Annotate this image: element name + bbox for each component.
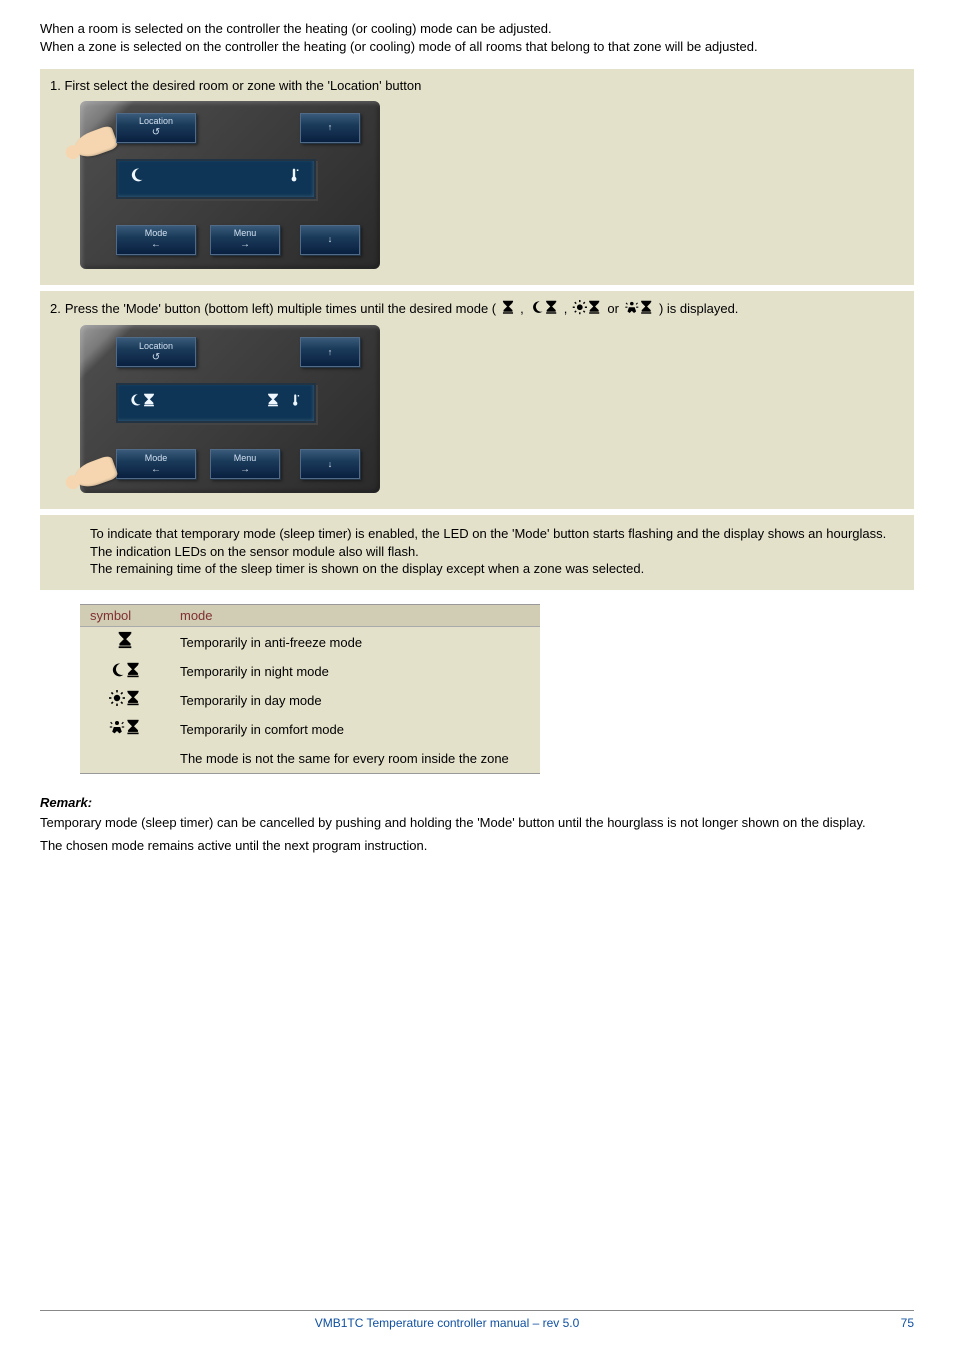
step-1-instruction: First select the desired room or zone wi… bbox=[64, 78, 421, 93]
mode-button[interactable]: Mode ← bbox=[116, 225, 196, 255]
mode-cell: Temporarily in day mode bbox=[170, 686, 540, 715]
table-row: Temporarily in comfort mode bbox=[80, 715, 540, 744]
thermometer-icon bbox=[290, 393, 304, 414]
mode-cell: Temporarily in comfort mode bbox=[170, 715, 540, 744]
thermometer-icon bbox=[288, 167, 304, 190]
step-1-block: 1. First select the desired room or zone… bbox=[40, 69, 914, 285]
arrow-down-icon: ↓ bbox=[328, 460, 333, 469]
page-footer: VMB1TC Temperature controller manual – r… bbox=[40, 1310, 914, 1331]
menu-button[interactable]: Menu → bbox=[210, 449, 280, 479]
arrow-right-icon: → bbox=[240, 240, 250, 250]
footer-page-number: 75 bbox=[854, 1315, 914, 1331]
mode-cell: The mode is not the same for every room … bbox=[170, 744, 540, 774]
arrow-up-icon: ↑ bbox=[328, 123, 333, 132]
step-1-text: 1. First select the desired room or zone… bbox=[50, 77, 904, 95]
remark-line-2: The chosen mode remains active until the… bbox=[40, 837, 914, 855]
controller-image-2: Location ↺ ↑ Mode ← Menu → ↓ bbox=[80, 325, 380, 493]
step-2-or: or bbox=[607, 300, 619, 318]
menu-label: Menu bbox=[234, 454, 257, 463]
menu-label: Menu bbox=[234, 229, 257, 238]
mode-button[interactable]: Mode ← bbox=[116, 449, 196, 479]
mode-label: Mode bbox=[145, 229, 168, 238]
footer-title: VMB1TC Temperature controller manual – r… bbox=[40, 1315, 854, 1331]
header-mode: mode bbox=[170, 604, 540, 627]
arrow-down-icon: ↓ bbox=[328, 235, 333, 244]
moon-hourglass-icon bbox=[529, 300, 558, 318]
menu-button[interactable]: Menu → bbox=[210, 225, 280, 255]
intro-paragraphs: When a room is selected on the controlle… bbox=[40, 20, 914, 55]
hourglass-icon bbox=[501, 300, 515, 318]
intro-line-2: When a zone is selected on the controlle… bbox=[40, 38, 914, 56]
step-2-instruction-a: Press the 'Mode' button (bottom left) mu… bbox=[65, 300, 496, 318]
note-line-1: To indicate that temporary mode (sleep t… bbox=[90, 525, 900, 560]
arrow-left-icon: ← bbox=[151, 465, 161, 475]
mode-label: Mode bbox=[145, 454, 168, 463]
location-button[interactable]: Location ↺ bbox=[116, 337, 196, 367]
remark-section: Remark: Temporary mode (sleep timer) can… bbox=[40, 794, 914, 855]
location-label: Location bbox=[139, 342, 173, 351]
mode-cell: Temporarily in anti-freeze mode bbox=[170, 627, 540, 658]
up-button[interactable]: ↑ bbox=[300, 113, 360, 143]
header-symbol: symbol bbox=[80, 604, 170, 627]
refresh-icon: ↺ bbox=[152, 128, 160, 138]
controller-image-1: Location ↺ ↑ Mode ← Menu → ↓ bbox=[80, 101, 380, 269]
intro-line-1: When a room is selected on the controlle… bbox=[40, 20, 914, 38]
remark-line-1: Temporary mode (sleep timer) can be canc… bbox=[40, 814, 914, 832]
moon-hourglass-icon bbox=[128, 393, 156, 414]
location-button[interactable]: Location ↺ bbox=[116, 113, 196, 143]
step-2-text: 2. Press the 'Mode' button (bottom left)… bbox=[50, 299, 904, 320]
finger-icon bbox=[71, 455, 119, 492]
comfort-hourglass-icon bbox=[625, 300, 654, 318]
sleep-timer-note: To indicate that temporary mode (sleep t… bbox=[40, 515, 914, 590]
lcd-display-1 bbox=[116, 159, 316, 199]
remark-title: Remark: bbox=[40, 794, 914, 812]
table-row: Temporarily in anti-freeze mode bbox=[80, 627, 540, 658]
refresh-icon: ↺ bbox=[152, 353, 160, 363]
mode-table-container: symbol mode Temporarily in anti-freeze m… bbox=[40, 604, 914, 774]
arrow-right-icon: → bbox=[240, 465, 250, 475]
table-row: The mode is not the same for every room … bbox=[80, 744, 540, 774]
step-2-instruction-b: ) is displayed. bbox=[659, 300, 738, 318]
finger-icon bbox=[71, 124, 119, 161]
table-row: Temporarily in night mode bbox=[80, 658, 540, 687]
location-label: Location bbox=[139, 117, 173, 126]
arrow-up-icon: ↑ bbox=[328, 348, 333, 357]
mode-cell: Temporarily in night mode bbox=[170, 658, 540, 687]
sun-hourglass-icon bbox=[109, 690, 141, 711]
lcd-display-2 bbox=[116, 383, 316, 423]
down-button[interactable]: ↓ bbox=[300, 225, 360, 255]
up-button[interactable]: ↑ bbox=[300, 337, 360, 367]
sun-hourglass-icon bbox=[573, 300, 602, 318]
empty-symbol-cell bbox=[80, 744, 170, 774]
step-2-number: 2. bbox=[50, 300, 61, 318]
step-1-number: 1. bbox=[50, 78, 61, 93]
moon-hourglass-icon bbox=[109, 662, 141, 683]
mode-symbol-table: symbol mode Temporarily in anti-freeze m… bbox=[80, 604, 540, 774]
comfort-hourglass-icon bbox=[109, 719, 141, 740]
note-line-2: The remaining time of the sleep timer is… bbox=[90, 560, 900, 578]
table-row: Temporarily in day mode bbox=[80, 686, 540, 715]
arrow-left-icon: ← bbox=[151, 240, 161, 250]
hourglass-icon bbox=[116, 631, 134, 654]
table-header-row: symbol mode bbox=[80, 604, 540, 627]
moon-icon bbox=[128, 167, 144, 190]
hourglass-icon bbox=[266, 393, 280, 414]
down-button[interactable]: ↓ bbox=[300, 449, 360, 479]
step-2-block: 2. Press the 'Mode' button (bottom left)… bbox=[40, 291, 914, 510]
